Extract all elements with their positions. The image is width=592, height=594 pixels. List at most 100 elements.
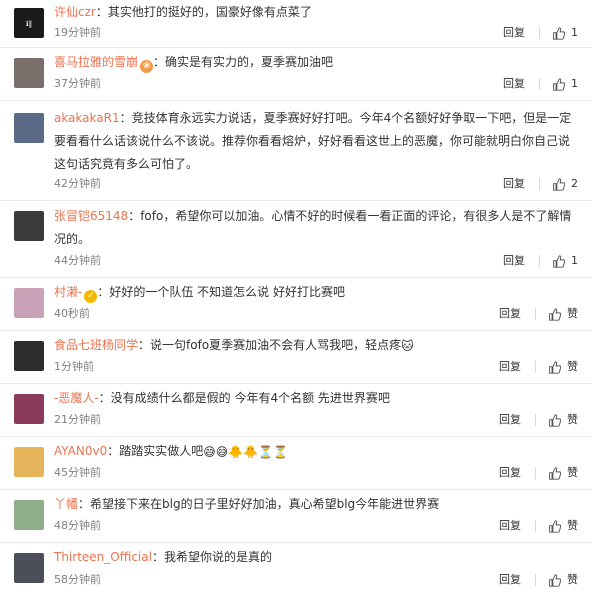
reply-button[interactable]: 回复 [503,253,525,269]
comment-text: ：没有成绩什么都是假的 今年有4个名额 先进世界赛吧 [98,391,390,405]
avatar[interactable] [14,341,44,371]
comment-item: Thirteen_Official：我希望你说的是真的 58分钟前 回复 赞 [0,543,592,594]
divider [535,520,536,532]
like-count: 1 [571,26,578,39]
avatar[interactable]: ℹ‖ [14,8,44,38]
like-button[interactable]: 1 [552,25,578,41]
reply-button[interactable]: 回复 [503,76,525,92]
thumbs-up-icon [549,307,561,321]
comment-time: 21分钟前 [54,413,101,426]
thumbs-up-icon [549,466,561,480]
like-count: 赞 [567,307,578,320]
avatar[interactable] [14,553,44,583]
comment-time: 40秒前 [54,307,90,320]
baby-chick-emoji-icon: 🐥🐥 [228,445,259,459]
comment-item: 食品七班杨同学：说一句fofo夏季赛加油不会有人骂我吧，轻点疼🐱 1分钟前 回复… [0,331,592,384]
comment-time: 45分钟前 [54,466,101,479]
reply-button[interactable]: 回复 [499,465,521,481]
comment-time: 58分钟前 [54,573,101,586]
comment-item: AYAN0v0：踏踏实实做人吧😅😅🐥🐥⏳⏳ 45分钟前 回复 赞 [0,437,592,490]
sweat-emoji-icon: 😅😅 [203,445,229,459]
comment-text: ：好好的一个队伍 不知道怎么说 好好打比赛吧 [97,285,345,299]
divider [535,308,536,320]
like-count: 赞 [567,360,578,373]
comment-item: ℹ‖ 许仙czr：其实他打的挺好的，国豪好像有点菜了 19分钟前 回复 1 [0,0,592,48]
thumbs-up-icon [553,254,565,268]
reply-button[interactable]: 回复 [503,25,525,41]
comment-username[interactable]: Thirteen_Official [54,550,152,564]
like-button[interactable]: 赞 [548,465,578,481]
like-button[interactable]: 赞 [548,359,578,375]
like-button[interactable]: 赞 [548,572,578,588]
comment-text: ：其实他打的挺好的，国豪好像有点菜了 [95,5,312,19]
reply-button[interactable]: 回复 [499,518,521,534]
like-count: 赞 [567,466,578,479]
like-button[interactable]: 1 [552,253,578,269]
divider [535,361,536,373]
comment-time: 37分钟前 [54,77,101,90]
divider [539,178,540,190]
comment-time: 19分钟前 [54,26,101,39]
divider [539,27,540,39]
like-button[interactable]: 赞 [548,306,578,322]
comment-username[interactable]: 食品七班杨同学 [54,338,138,352]
comment-username[interactable]: 丫幡 [54,497,78,511]
comment-text: ：踏踏实实做人吧 [107,444,204,458]
comment-username[interactable]: 喜马拉雅的雪崩 [54,55,138,69]
reply-button[interactable]: 回复 [499,359,521,375]
divider [539,255,540,267]
comment-text: ：我希望你说的是真的 [151,550,272,564]
thumbs-up-icon [549,360,561,374]
like-count: 2 [571,177,578,190]
like-button[interactable]: 赞 [548,412,578,428]
svg-text:ℹ‖: ℹ‖ [26,20,32,28]
comment-text: ：竞技体育永远实力说话，夏季赛好好打吧。今年4个名额好好争取一下吧，但是一定要看… [54,111,572,171]
thumbs-up-icon [549,519,561,533]
thumbs-up-icon [553,26,565,40]
reply-button[interactable]: 回复 [499,572,521,588]
comment-text: ：说一句fofo夏季赛加油不会有人骂我吧，轻点疼 [138,338,402,352]
divider [535,467,536,479]
like-button[interactable]: 1 [552,76,578,92]
thumbs-up-icon [549,413,561,427]
comment-item: 喜马拉雅的雪崩 ❀ ：确实是有实力的，夏季赛加油吧 37分钟前 回复 1 [0,48,592,101]
like-count: 赞 [567,573,578,586]
like-button[interactable]: 赞 [548,518,578,534]
avatar[interactable] [14,447,44,477]
thumbs-up-icon [553,77,565,91]
thumbs-up-icon [553,177,565,191]
comment-time: 42分钟前 [54,177,101,190]
comment-item: 丫幡：希望接下来在blg的日子里好好加油，真心希望blg今年能进世界赛 48分钟… [0,490,592,543]
hourglass-emoji-icon: ⏳⏳ [258,445,289,459]
divider [539,78,540,90]
like-button[interactable]: 2 [552,176,578,192]
like-count: 1 [571,77,578,90]
comment-item: akakakaR1：竞技体育永远实力说话，夏季赛好好打吧。今年4个名额好好争取一… [0,101,592,201]
comment-username[interactable]: AYAN0v0 [54,444,107,458]
avatar[interactable] [14,211,44,241]
avatar[interactable] [14,58,44,88]
comment-text: ：希望接下来在blg的日子里好好加油，真心希望blg今年能进世界赛 [78,497,440,511]
reply-button[interactable]: 回复 [499,306,521,322]
comment-list: ℹ‖ 许仙czr：其实他打的挺好的，国豪好像有点菜了 19分钟前 回复 1 喜马… [0,0,592,591]
avatar[interactable] [14,288,44,318]
comment-username[interactable]: 村濑- [54,285,82,299]
comment-username[interactable]: akakakaR1 [54,111,120,125]
divider [535,414,536,426]
comment-item: 张冒铠65148：fofo，希望你可以加油。心情不好的时候看一看正面的评论，有很… [0,201,592,278]
comment-username[interactable]: -恶魔人- [54,391,99,405]
vip-badge-icon: ❀ [140,60,154,73]
verified-badge-icon: ✓ [84,290,98,303]
divider [535,574,536,586]
avatar[interactable] [14,113,44,143]
reply-button[interactable]: 回复 [503,176,525,192]
like-count: 1 [571,254,578,267]
avatar[interactable] [14,394,44,424]
cat-emoji-icon: 🐱 [401,339,414,353]
comment-time: 48分钟前 [54,519,101,532]
reply-button[interactable]: 回复 [499,412,521,428]
avatar[interactable] [14,500,44,530]
comment-username[interactable]: 张冒铠65148 [54,209,128,223]
comment-username[interactable]: 许仙czr [54,5,96,19]
comment-text: ：fofo，希望你可以加油。心情不好的时候看一看正面的评论，有很多人是不了解情况… [54,209,572,246]
